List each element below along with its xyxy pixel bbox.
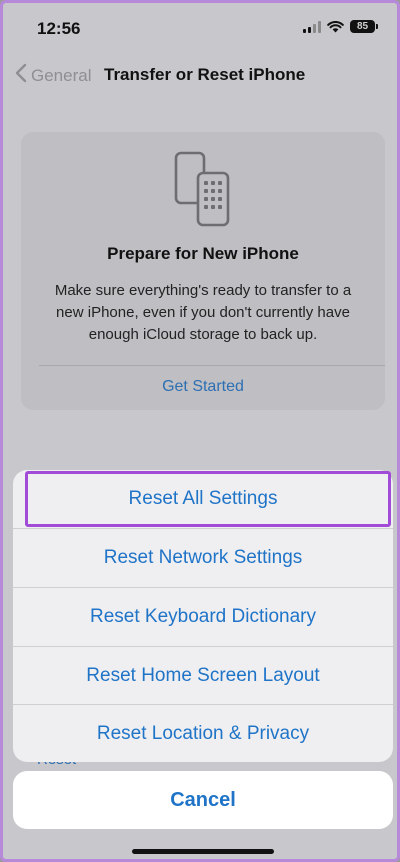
cellular-signal-icon <box>303 20 321 33</box>
wifi-icon <box>327 20 344 33</box>
status-bar: 12:56 85 <box>3 3 397 53</box>
two-phones-icon <box>173 150 233 235</box>
prepare-card: Prepare for New iPhone Make sure everyth… <box>21 132 385 410</box>
cancel-button[interactable]: Cancel <box>13 771 393 829</box>
card-description: Make sure everything's ready to transfer… <box>54 282 352 343</box>
get-started-button[interactable]: Get Started <box>21 378 385 396</box>
back-label: General <box>31 65 92 85</box>
card-title: Prepare for New iPhone <box>107 244 299 263</box>
home-indicator[interactable] <box>132 849 274 854</box>
status-icons: 85 <box>303 20 378 33</box>
reset-home-screen-layout-button[interactable]: Reset Home Screen Layout <box>13 646 393 704</box>
page-title: Transfer or Reset iPhone <box>104 65 306 84</box>
reset-location-privacy-button[interactable]: Reset Location & Privacy <box>13 704 393 762</box>
card-divider <box>39 365 385 366</box>
battery-icon: 85 <box>350 20 378 33</box>
navigation-bar: General Transfer or Reset iPhone <box>3 59 397 93</box>
reset-keyboard-dictionary-button[interactable]: Reset Keyboard Dictionary <box>13 587 393 645</box>
reset-all-settings-button[interactable]: Reset All Settings <box>13 470 393 528</box>
chevron-left-icon <box>15 63 27 88</box>
reset-network-settings-button[interactable]: Reset Network Settings <box>13 528 393 586</box>
action-sheet: Reset All Settings Reset Network Setting… <box>13 470 393 762</box>
status-time: 12:56 <box>37 19 81 38</box>
back-button[interactable]: General <box>15 63 91 88</box>
phone-screen: 12:56 85 General Transfer or Reset iPhon… <box>0 0 400 862</box>
